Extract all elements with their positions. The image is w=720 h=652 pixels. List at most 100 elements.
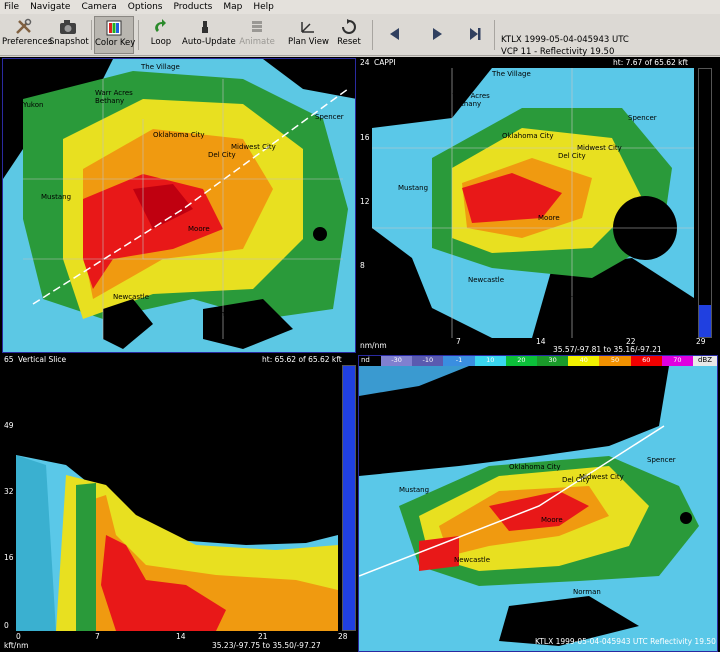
color-key-swatch: -30 — [381, 356, 413, 366]
cappi-title: CAPPI — [374, 58, 396, 67]
triangle-right-icon — [433, 28, 442, 40]
preferences-button[interactable]: Preferences — [2, 16, 52, 54]
cappi-panel[interactable]: 24 CAPPI ht: 7.67 of 65.62 kft The Villa… — [358, 58, 718, 353]
loop-icon — [155, 19, 166, 32]
cappi-height-slider-fill — [699, 305, 711, 337]
color-key-swatch: -10 — [412, 356, 444, 366]
color-key: nd -30 -10 -1 10 20 30 40 50 60 70 dBZ — [359, 356, 717, 366]
plan-view-button[interactable]: Plan View — [288, 16, 329, 54]
skip-to-end-button[interactable] — [463, 16, 487, 54]
city-label: Moore — [541, 516, 563, 524]
menu-help[interactable]: Help — [253, 2, 274, 12]
toolbar-separator — [91, 20, 92, 50]
menu-map[interactable]: Map — [223, 2, 242, 12]
city-label: Guthrie — [557, 383, 583, 391]
vslice-coords: 35.23/-97.75 to 35.50/-97.27 — [212, 641, 321, 650]
color-key-icon — [106, 20, 122, 36]
city-label: Bethany — [467, 448, 496, 456]
vslice-y-tick: 16 — [4, 553, 14, 562]
city-label: Bethany — [95, 97, 124, 105]
city-label: Mustang — [398, 184, 428, 192]
city-label: Spencer — [628, 114, 657, 122]
city-label: Yukon — [406, 444, 427, 452]
city-label: The Village — [501, 428, 541, 436]
vslice-y-max: 65 — [4, 355, 14, 364]
vslice-unit: kft/nm — [4, 641, 29, 650]
city-label: Bethany — [452, 100, 481, 108]
cappi-height-slider[interactable] — [698, 68, 712, 338]
color-key-swatches: -30 -10 -1 10 20 30 40 50 60 70 — [381, 356, 694, 366]
vslice-x-tick: 0 — [16, 632, 21, 641]
skip-end-icon — [470, 28, 481, 40]
city-label: Oklahoma City — [509, 463, 561, 471]
cappi-y-tick: 12 — [360, 197, 370, 206]
color-key-swatch: -1 — [443, 356, 475, 366]
color-key-button[interactable]: Color Key — [94, 16, 135, 54]
camera-icon — [60, 20, 76, 34]
vertical-slice-plot — [16, 365, 338, 631]
vslice-height-slider[interactable] — [342, 365, 356, 631]
step-back-button[interactable] — [383, 16, 407, 54]
cappi-height-readout: ht: 7.67 of 65.62 kft — [613, 58, 688, 67]
status-readout: KTLX 1999-05-04-045943 UTC VCP 11 - Refl… — [501, 34, 629, 58]
city-label: Mustang — [41, 193, 71, 201]
city-label: Del City — [562, 476, 590, 484]
vslice-x-tick: 14 — [176, 632, 186, 641]
cappi-x-tick: 29 — [696, 337, 706, 346]
city-label: Norman — [208, 310, 236, 318]
color-key-swatch: 70 — [661, 356, 694, 366]
menu-camera[interactable]: Camera — [81, 2, 116, 12]
menu-options[interactable]: Options — [128, 2, 163, 12]
city-label: Edmond — [537, 403, 566, 411]
auto-update-icon — [202, 21, 208, 33]
loop-button[interactable]: Loop — [146, 16, 176, 54]
plan-view-3d-panel[interactable]: The Village Warr Acres Bethany Yukon Okl… — [2, 58, 356, 353]
snapshot-button[interactable]: Snapshot — [49, 16, 89, 54]
animate-button[interactable]: Animate — [234, 16, 280, 54]
city-label: Warr Acres — [467, 440, 505, 448]
city-label: Newcastle — [454, 556, 490, 564]
menu-products[interactable]: Products — [174, 2, 213, 12]
status-line-1: KTLX 1999-05-04-045943 UTC — [501, 35, 629, 45]
stack-icon — [252, 21, 262, 32]
vertical-slice-panel[interactable]: 65 Vertical Slice ht: 65.62 of 65.62 kft… — [2, 355, 356, 652]
city-label: Newcastle — [468, 276, 504, 284]
city-label: Norman — [573, 588, 601, 596]
vslice-y-tick: 0 — [4, 621, 9, 630]
city-label: Norman — [560, 294, 588, 302]
menu-bar: File Navigate Camera Options Products Ma… — [0, 0, 720, 14]
reflectivity-map-3d: The Village Warr Acres Bethany Yukon Okl… — [3, 59, 355, 352]
step-forward-button[interactable] — [425, 16, 449, 54]
city-label: Oklahoma City — [153, 131, 205, 139]
menu-file[interactable]: File — [4, 2, 19, 12]
menu-navigate[interactable]: Navigate — [30, 2, 70, 12]
triangle-left-icon — [390, 28, 399, 40]
city-label: Yukon — [22, 101, 43, 109]
toolbar: Preferences Snapshot Color Key Loop Auto… — [0, 14, 720, 58]
vslice-title: Vertical Slice — [18, 355, 67, 364]
reset-icon — [342, 19, 356, 34]
city-label: Spencer — [315, 113, 344, 121]
vslice-x-tick: 7 — [95, 632, 100, 641]
vslice-y-tick: 49 — [4, 421, 14, 430]
cappi-y-max: 24 — [360, 58, 370, 67]
vslice-x-tick: 21 — [258, 632, 268, 641]
color-key-swatch: 30 — [537, 356, 569, 366]
city-label: Yukon — [387, 104, 408, 112]
cappi-y-tick: 16 — [360, 133, 370, 142]
color-key-swatch: 10 — [474, 356, 506, 366]
city-label: Moore — [188, 225, 210, 233]
auto-update-button[interactable]: Auto-Update — [182, 16, 236, 54]
city-label: Midwest City — [577, 144, 622, 152]
color-key-swatch: 20 — [505, 356, 538, 366]
toolbar-separator — [138, 20, 139, 50]
reset-button[interactable]: Reset — [334, 16, 364, 54]
cappi-map: The Village Warr Acres Bethany Yukon Okl… — [372, 68, 694, 338]
color-key-swatch: 60 — [630, 356, 662, 366]
city-label: Warr Acres — [95, 89, 133, 97]
city-label: Midwest City — [231, 143, 276, 151]
city-label: Del City — [558, 152, 586, 160]
perspective-3d-panel[interactable]: nd -30 -10 -1 10 20 30 40 50 60 70 dBZ Guthrie Ed… — [358, 355, 718, 652]
city-label: The Village — [491, 70, 531, 78]
vslice-height-readout: ht: 65.62 of 65.62 kft — [262, 355, 342, 364]
